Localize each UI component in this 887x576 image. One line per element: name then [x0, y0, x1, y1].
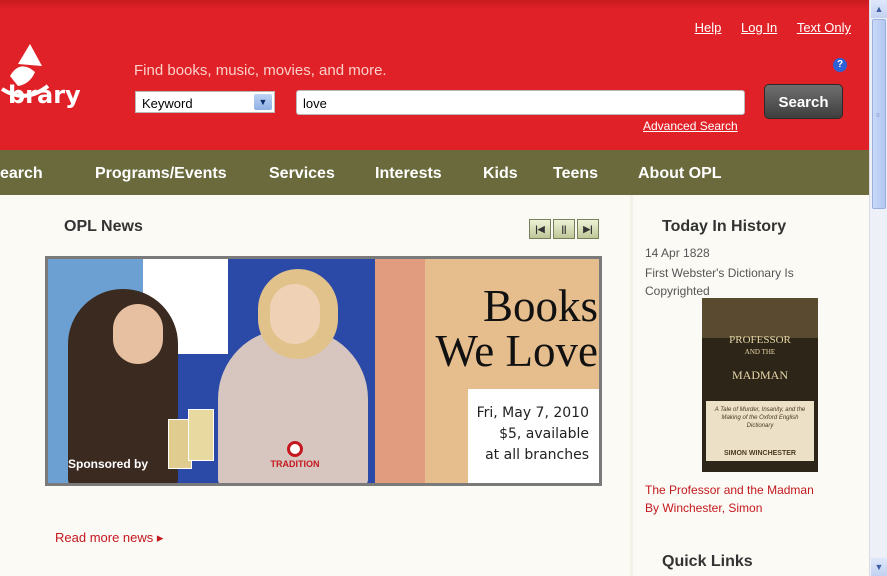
book-cover-image[interactable]: PROFESSOR AND THE MADMAN A Tale of Murde… [702, 298, 818, 472]
banner-photo: Sponsored by TRADITION [48, 259, 375, 483]
scroll-down-icon[interactable]: ▼ [871, 558, 887, 576]
main-nav: earch Programs/Events Services Interests… [0, 150, 869, 195]
vertical-scrollbar[interactable]: ▲ ≡ ▼ [869, 0, 887, 576]
help-link[interactable]: Help [695, 20, 722, 35]
nav-item-search[interactable]: earch [0, 165, 43, 183]
sponsored-label: Sponsored by [68, 457, 149, 471]
cover-title-bottom: MADMAN [731, 368, 788, 382]
history-event: First Webster's Dictionary Is Copyrighte… [645, 266, 794, 298]
pause-icon[interactable]: || [553, 219, 575, 239]
previous-icon[interactable]: |◀ [529, 219, 551, 239]
scroll-up-icon[interactable]: ▲ [871, 0, 887, 18]
page: brary Help Log In Text Only Find books, … [0, 0, 869, 576]
nav-item-about-opl[interactable]: About OPL [638, 165, 722, 183]
search-tagline: Find books, music, movies, and more. [134, 62, 387, 79]
today-in-history-title: Today In History [662, 218, 787, 235]
text-only-link[interactable]: Text Only [797, 20, 851, 35]
search-type-value: Keyword [142, 96, 193, 111]
banner-headline-line2: We Love [435, 326, 598, 376]
book-title[interactable]: The Professor and the Madman [645, 481, 814, 499]
search-input[interactable]: love [296, 90, 745, 115]
news-title: OPL News [64, 218, 143, 235]
banner-headline: Books We Love [428, 284, 598, 374]
search-button[interactable]: Search [764, 84, 843, 119]
sponsor-logo-icon: TRADITION [260, 441, 330, 477]
book-link[interactable]: The Professor and the Madman By Winchest… [645, 481, 814, 517]
read-more-news-link[interactable]: Read more news ▸ [55, 530, 163, 546]
nav-item-interests[interactable]: Interests [375, 165, 442, 183]
banner-date: Fri, May 7, 2010 [476, 405, 589, 421]
nav-item-kids[interactable]: Kids [483, 165, 518, 183]
news-banner[interactable]: Sponsored by TRADITION Books We Love Fri… [45, 256, 602, 486]
nav-item-services[interactable]: Services [269, 165, 335, 183]
logo-text[interactable]: brary [8, 81, 81, 109]
banner-location: at all branches [485, 447, 589, 463]
header: brary Help Log In Text Only Find books, … [0, 0, 869, 150]
book-author[interactable]: By Winchester, Simon [645, 499, 814, 517]
help-icon[interactable]: ? [833, 58, 847, 72]
nav-item-programs-events[interactable]: Programs/Events [95, 165, 227, 183]
cover-title-top: PROFESSOR [729, 334, 791, 346]
cover-title-mid: AND THE [744, 348, 776, 356]
banner-info: Fri, May 7, 2010 $5, available at all br… [468, 389, 599, 483]
cover-subtitle: A Tale of Murder, Insanity, and the Maki… [714, 407, 806, 429]
cover-author: SIMON WINCHESTER [724, 450, 796, 457]
carousel-controls: |◀ || ▶| [529, 219, 601, 239]
login-link[interactable]: Log In [741, 20, 777, 35]
top-links: Help Log In Text Only [679, 20, 851, 35]
nav-item-teens[interactable]: Teens [553, 165, 598, 183]
chevron-down-icon[interactable]: ▼ [254, 94, 272, 110]
search-type-select[interactable]: Keyword ▼ [135, 91, 275, 113]
banner-price: $5, available [499, 426, 589, 442]
quick-links-title: Quick Links [662, 553, 753, 570]
banner-headline-line1: Books [482, 281, 598, 331]
history-date: 14 Apr 1828 [645, 246, 710, 260]
column-divider [630, 195, 633, 576]
scroll-thumb[interactable]: ≡ [872, 19, 886, 209]
next-icon[interactable]: ▶| [577, 219, 599, 239]
advanced-search-link[interactable]: Advanced Search [643, 119, 738, 133]
